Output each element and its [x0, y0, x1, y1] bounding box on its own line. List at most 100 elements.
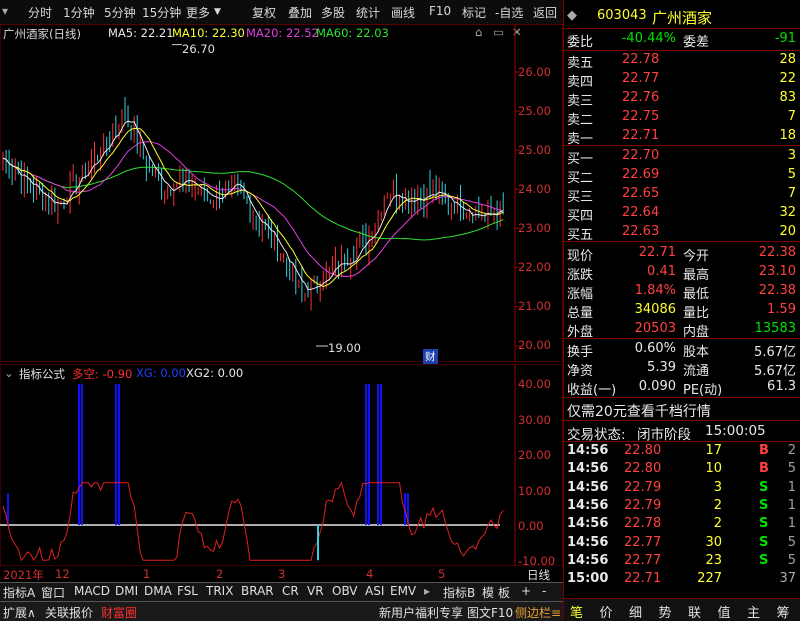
new-user-benefit-link[interactable]: 新用户福利专享: [379, 604, 463, 621]
panel-tab[interactable]: 细: [629, 602, 642, 621]
panel-tab[interactable]: 筹: [777, 602, 790, 621]
ask-row[interactable]: 卖二 22.75 7: [567, 109, 798, 128]
panel-tab[interactable]: 价: [600, 602, 613, 621]
tab-vr[interactable]: VR: [307, 584, 324, 598]
tick-direction: B: [759, 443, 769, 458]
tick-price: 22.77: [624, 552, 662, 568]
chevron-right-icon[interactable]: ▸: [424, 584, 430, 598]
chevron-down-icon[interactable]: ▼: [214, 7, 221, 17]
ask-row[interactable]: 卖三 22.76 83: [567, 90, 798, 109]
indicator-tabbar: 指标A 窗口 MACD DMI DMA FSL TRIX BRAR CR VR …: [0, 582, 563, 601]
kline-plot: [0, 24, 563, 362]
f10-graphic-link[interactable]: 图文F10: [467, 604, 513, 621]
tab-more[interactable]: 更多: [186, 4, 210, 21]
tab-intraday[interactable]: 分时: [28, 4, 52, 21]
date-label: 2021年: [3, 568, 44, 582]
trade-status-time: 15:00:05: [705, 423, 766, 439]
tick-count: 1: [787, 497, 796, 513]
overlay-button[interactable]: 叠加: [288, 4, 312, 21]
quote-value: 34086: [634, 302, 676, 317]
tab-indicator-b[interactable]: 指标B: [443, 584, 475, 601]
panel-tab[interactable]: 主: [747, 602, 760, 621]
tick-count: 1: [787, 479, 796, 495]
y-tick: 20.00: [518, 448, 551, 462]
ask-price: 22.77: [622, 71, 660, 86]
tab-board[interactable]: 板: [498, 584, 510, 601]
y-tick: 22.00: [518, 260, 551, 274]
promo-link[interactable]: 仅需20元查看千档行情: [567, 401, 711, 421]
tab-cr[interactable]: CR: [282, 584, 299, 598]
tab-5min[interactable]: 5分钟: [104, 4, 136, 21]
tab-15min[interactable]: 15分钟: [142, 4, 181, 21]
adjust-button[interactable]: 复权: [252, 4, 276, 21]
stats-button[interactable]: 统计: [356, 4, 380, 21]
tab-dmi[interactable]: DMI: [115, 584, 138, 598]
bid-row[interactable]: 买四 22.64 32: [567, 205, 798, 224]
tick-count: 5: [787, 461, 796, 477]
tab-macd[interactable]: MACD: [74, 584, 110, 598]
back-button[interactable]: 返回: [533, 4, 557, 21]
promo-row[interactable]: 仅需20元查看千档行情: [567, 401, 798, 421]
quote-row: 总量 34086 量比 1.59: [567, 302, 796, 321]
tab-emv[interactable]: EMV: [390, 584, 416, 598]
tab-window[interactable]: 窗口: [41, 584, 65, 601]
ask-row[interactable]: 卖四 22.77 22: [567, 71, 798, 90]
related-quote-button[interactable]: 关联报价: [45, 604, 93, 621]
tab-asi[interactable]: ASI: [365, 584, 384, 598]
tick-row: 14:56 22.79 3 S 1: [567, 479, 796, 495]
y-tick: 20.00: [518, 338, 551, 352]
tick-price: 22.78: [624, 516, 662, 532]
tick-volume: 30: [705, 534, 722, 550]
mark-button[interactable]: 标记: [462, 4, 486, 21]
ask-row[interactable]: 卖五 22.78 28: [567, 52, 798, 71]
quote-row: 外盘 20503 内盘 13583: [567, 321, 796, 340]
ask-row[interactable]: 卖一 22.71 18: [567, 128, 798, 147]
ma-line: [2, 141, 504, 278]
tab-obv[interactable]: OBV: [332, 584, 358, 598]
bid-row[interactable]: 买一 22.70 3: [567, 148, 798, 167]
panel-tab[interactable]: 联: [688, 602, 701, 621]
indicator-chart[interactable]: ⌄ 指标公式 多空: -0.90 XG: 0.00 XG2: 0.00 40.0…: [0, 364, 563, 568]
ask-price: 22.75: [622, 109, 660, 124]
bid-row[interactable]: 买三 22.65 7: [567, 186, 798, 205]
multi-stock-button[interactable]: 多股: [321, 4, 345, 21]
date-label: 1: [143, 567, 151, 581]
remove-watchlist-button[interactable]: -自选: [495, 4, 523, 21]
bid-row[interactable]: 买五 22.63 20: [567, 224, 798, 243]
sidebar-toggle[interactable]: 侧边栏≡: [515, 604, 561, 621]
period-label[interactable]: 日线: [527, 567, 550, 583]
weibi-value: -40.44%: [621, 31, 676, 46]
tab-indicator-a[interactable]: 指标A: [3, 584, 35, 601]
tab-fsl[interactable]: FSL: [177, 584, 198, 598]
draw-line-button[interactable]: 画线: [391, 4, 415, 21]
tab-1min[interactable]: 1分钟: [63, 4, 95, 21]
panel-tab[interactable]: 值: [718, 602, 731, 621]
remove-window-button[interactable]: -: [542, 584, 546, 598]
stats-row: 换手 0.60% 股本 5.67亿: [567, 341, 796, 360]
ask-volume: 7: [787, 109, 796, 124]
y-tick: 30.00: [518, 413, 551, 427]
kline-chart[interactable]: 广州酒家(日线) MA5: 22.21 MA10: 22.30 MA20: 22…: [0, 24, 563, 364]
y-tick: 26.00: [518, 65, 551, 79]
wealth-circle-button[interactable]: 财富圈: [101, 604, 137, 621]
status-bar: 扩展∧ 关联报价 财富圈 新用户福利专享 图文F10 侧边栏≡: [0, 601, 563, 621]
finance-badge[interactable]: 财: [423, 349, 438, 364]
tab-brar[interactable]: BRAR: [241, 584, 274, 598]
tick-count: 1: [787, 516, 796, 532]
expand-button[interactable]: 扩展∧: [3, 604, 36, 621]
ask-volume: 22: [779, 71, 796, 86]
quote-row: 现价 22.71 今开 22.38: [567, 245, 796, 264]
tab-template[interactable]: 模: [482, 584, 494, 601]
panel-tab[interactable]: 势: [659, 602, 672, 621]
tick-volume: 23: [705, 552, 722, 568]
panel-tab[interactable]: 笔: [570, 602, 583, 621]
bid-volume: 32: [779, 205, 796, 220]
tab-dma[interactable]: DMA: [144, 584, 172, 598]
stats-value: 5.67亿: [754, 364, 796, 379]
menu-icon[interactable]: ▾: [2, 4, 8, 18]
bid-row[interactable]: 买二 22.69 5: [567, 167, 798, 186]
f10-button[interactable]: F10: [429, 4, 451, 18]
tab-trix[interactable]: TRIX: [206, 584, 233, 598]
add-window-button[interactable]: +: [521, 584, 531, 598]
date-label: 4: [366, 567, 374, 581]
